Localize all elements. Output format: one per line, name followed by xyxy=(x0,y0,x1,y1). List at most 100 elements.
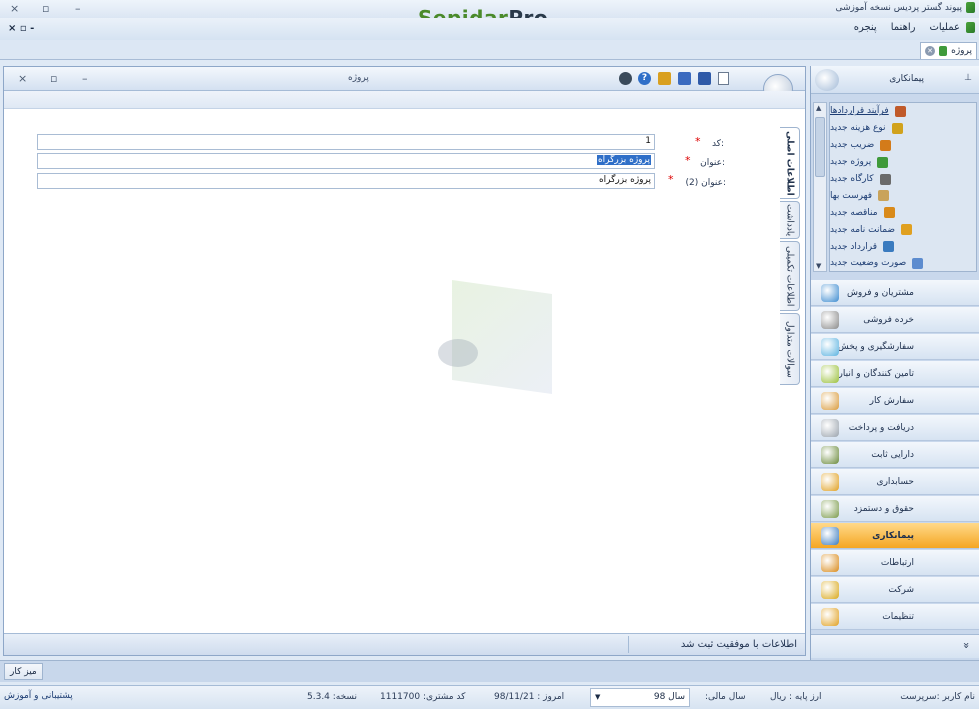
quick-link-label: فرآیند قراردادها xyxy=(830,106,889,117)
save-icon[interactable] xyxy=(698,72,711,85)
new-document-icon[interactable] xyxy=(718,72,729,85)
menu-item-operations[interactable]: عملیات xyxy=(929,22,960,33)
close-window-button[interactable]: × xyxy=(10,2,19,15)
fiscal-year-select[interactable]: سال 98 ▼ xyxy=(590,688,690,707)
app-title: پیوند گستر پردیس نسخه آموزشی xyxy=(835,2,975,13)
close-tab-icon[interactable]: ✕ xyxy=(925,46,936,56)
contract-icon xyxy=(883,241,895,253)
quick-link-item[interactable]: نوع هزینه جدید xyxy=(830,120,976,137)
fiscal-year-value: سال 98 xyxy=(653,692,685,702)
quick-link-item[interactable]: صورت وضعیت جدید xyxy=(830,255,976,271)
code-required-mark: * xyxy=(695,135,701,148)
title-label: عنوان: xyxy=(700,158,725,168)
module-nav-item[interactable]: سفارشگیری و پخش xyxy=(811,334,979,360)
module-nav-item[interactable]: دریافت و پرداخت xyxy=(811,415,979,441)
quick-link-label: ضریب جدید xyxy=(830,140,875,151)
modules-panel-title: پیمانکاری xyxy=(889,74,924,84)
title-bar: × ▫ – SepidarPro پیوند گستر پردیس نسخه آ… xyxy=(0,0,979,30)
quick-link-item[interactable]: مناقصه جدید xyxy=(830,204,976,221)
app-logo-icon xyxy=(966,2,975,13)
project-form-window: × ▫ – پروژه ? 1 * کد: پروژه بزرگراه * عن… xyxy=(3,66,806,656)
module-nav-item[interactable]: ارتباطات xyxy=(811,550,979,576)
module-nav-item[interactable]: شرکت xyxy=(811,577,979,603)
cost-type-icon xyxy=(891,122,903,134)
scroll-up-icon[interactable]: ▲ xyxy=(816,104,821,112)
quick-link-item[interactable]: فهرست بها xyxy=(830,187,976,204)
code-input[interactable]: 1 xyxy=(37,134,655,150)
help-icon[interactable]: ? xyxy=(638,72,651,85)
quick-link-label: مناقصه جدید xyxy=(830,207,878,218)
workshop-icon xyxy=(879,173,891,185)
module-nav-item[interactable]: دارایی ثابت xyxy=(811,442,979,468)
module-nav-item[interactable]: پیمانکاری xyxy=(811,523,979,549)
form-minimize-button[interactable]: – xyxy=(82,72,88,85)
tab-notes[interactable]: یادداشت xyxy=(780,201,800,239)
statement-icon xyxy=(912,257,924,269)
module-nav-label: شرکت xyxy=(888,584,914,595)
quick-link-item[interactable]: پروژه جدید xyxy=(830,154,976,171)
module-nav-item[interactable]: حقوق و دستمزد xyxy=(811,496,979,522)
retail-icon xyxy=(821,311,839,329)
module-nav-item[interactable]: تنظیمات xyxy=(811,604,979,630)
quick-link-label: ضمانت نامه جدید xyxy=(830,224,896,235)
tools-icon[interactable] xyxy=(619,72,632,85)
quick-link-item[interactable]: فرآیند قراردادها xyxy=(830,103,976,120)
settings-icon xyxy=(821,608,839,626)
quick-link-item[interactable]: قرارداد جدید xyxy=(830,238,976,255)
form-restore-button[interactable]: ▫ xyxy=(50,72,57,85)
scroll-down-icon[interactable]: ▼ xyxy=(816,262,821,270)
status-message: اطلاعات با موفقیت ثبت شد xyxy=(680,639,797,650)
accounting-icon xyxy=(821,473,839,491)
module-nav-item[interactable]: مشتریان و فروش xyxy=(811,280,979,306)
support-link[interactable]: پشتیبانی و آموزش xyxy=(4,691,73,701)
title-input[interactable]: پروژه بزرگراه xyxy=(37,153,655,169)
watermark-shape xyxy=(452,279,552,395)
module-nav-label: مشتریان و فروش xyxy=(846,287,914,298)
module-nav-item[interactable]: سفارش کار xyxy=(811,388,979,414)
payment-icon xyxy=(821,419,839,437)
minimize-window-button[interactable]: – xyxy=(75,2,81,15)
customer-code-text: کد مشتری: 1111700 xyxy=(380,692,466,702)
price-list-icon xyxy=(878,190,890,202)
quick-link-item[interactable]: کارگاه جدید xyxy=(830,171,976,188)
quick-link-item[interactable]: ضریب جدید xyxy=(830,137,976,154)
bee-icon xyxy=(438,339,478,367)
mdi-window-controls[interactable]: × ▫ - xyxy=(8,23,34,34)
save-new-icon[interactable] xyxy=(678,72,691,85)
module-nav-item[interactable]: حسابداری xyxy=(811,469,979,495)
module-nav-label: حقوق و دستمزد xyxy=(853,503,914,514)
payroll-icon xyxy=(821,500,839,518)
quick-links-list: فرآیند قراردادها نوع هزینه جدید ضریب جدید پ… xyxy=(829,102,977,272)
app-title-text: پیوند گستر پردیس نسخه آموزشی xyxy=(835,2,962,13)
title-input-selection: پروژه بزرگراه xyxy=(596,155,651,165)
pin-icon[interactable]: ⊥ xyxy=(964,73,972,83)
quick-link-label: کارگاه جدید xyxy=(830,174,874,184)
tab-main-info[interactable]: اطلاعات اصلی xyxy=(780,127,800,199)
scrollbar-thumb[interactable] xyxy=(815,117,825,177)
project-icon xyxy=(877,156,889,168)
title2-input[interactable]: پروژه بزرگراه xyxy=(37,173,655,189)
module-nav-item[interactable]: تامین کنندگان و انبار xyxy=(811,361,979,387)
form-close-button[interactable]: × xyxy=(18,72,27,85)
menu-logo-icon xyxy=(966,22,975,33)
desk-button[interactable]: میز کار xyxy=(4,663,43,680)
tab-project[interactable]: پروژه ✕ xyxy=(920,42,977,59)
quick-link-label: قرارداد جدید xyxy=(830,241,878,252)
user-name-text: نام کاربر :سرپرست xyxy=(900,692,975,702)
status-divider xyxy=(628,636,629,653)
quick-link-item[interactable]: ضمانت نامه جدید xyxy=(830,221,976,238)
save-close-icon[interactable] xyxy=(658,72,671,85)
links-scrollbar[interactable]: ▲ ▼ xyxy=(813,102,827,272)
fiscal-year-label: سال مالی: xyxy=(705,692,746,702)
module-nav-item[interactable]: خرده فروشی xyxy=(811,307,979,333)
more-chevron-icon[interactable]: » xyxy=(960,642,973,649)
menu-item-help[interactable]: راهنما xyxy=(891,22,916,33)
modules-more-bar: » xyxy=(811,634,979,658)
quick-link-label: نوع هزینه جدید xyxy=(830,123,886,134)
menu-item-window[interactable]: پنجره xyxy=(854,22,877,33)
restore-window-button[interactable]: ▫ xyxy=(42,2,49,15)
form-section-tabs: اطلاعات اصلی یادداشت اطلاعات تکمیلی سوال… xyxy=(780,127,802,387)
tab-additional-info[interactable]: اطلاعات تکمیلی xyxy=(780,241,800,311)
tab-faq[interactable]: سوالات متداول xyxy=(780,313,800,385)
quick-link-label: پروژه جدید xyxy=(830,157,872,168)
